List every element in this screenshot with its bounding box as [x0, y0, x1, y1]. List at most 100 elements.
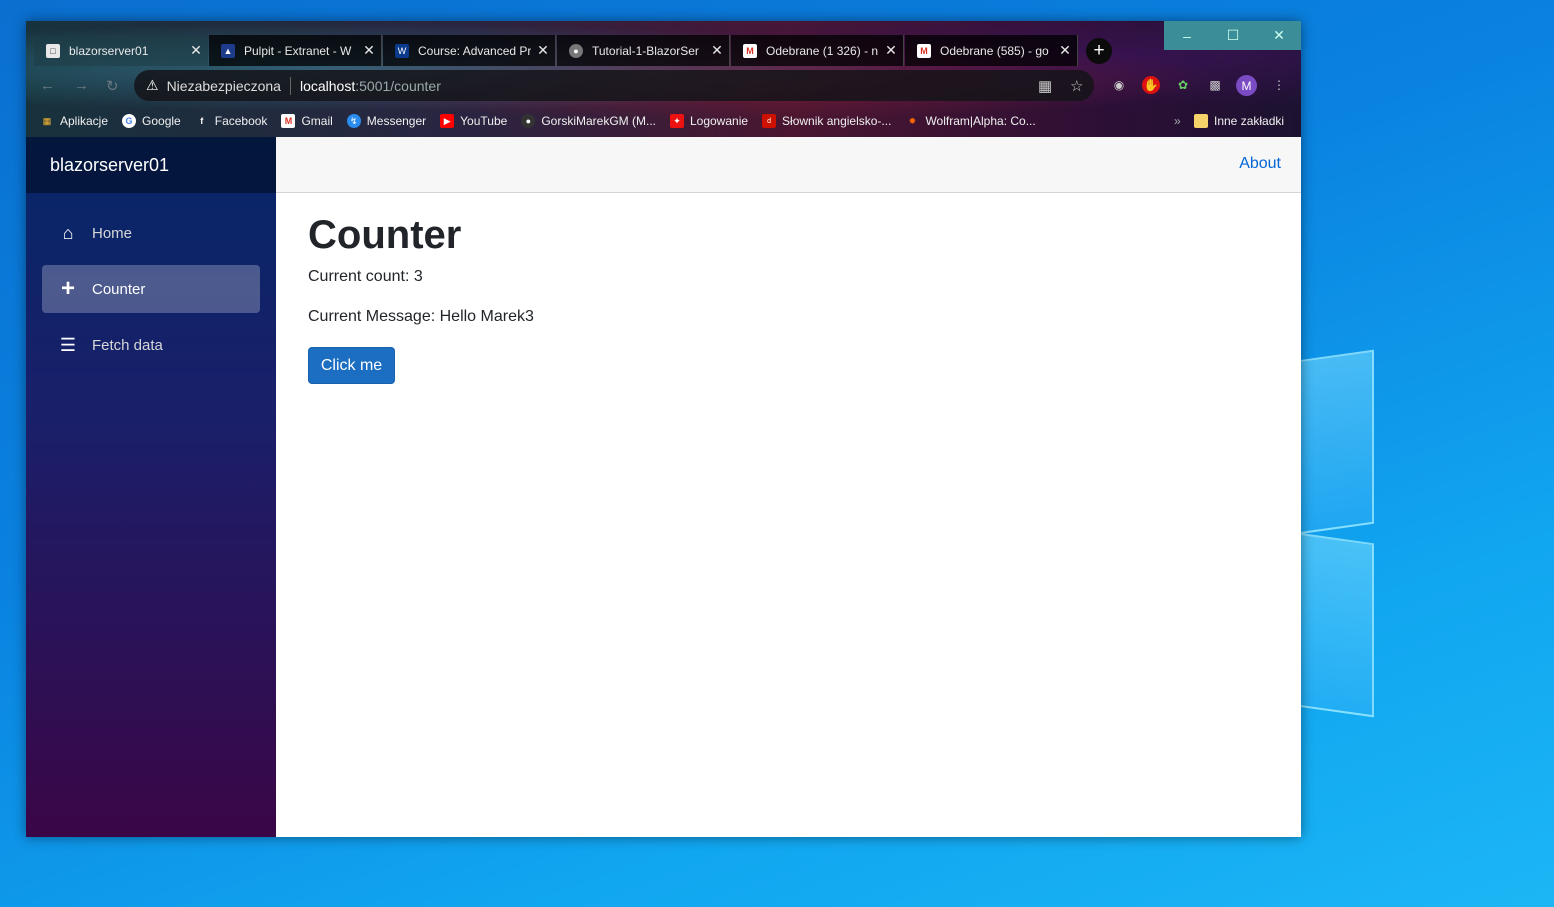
messenger-icon: ↯: [346, 114, 361, 128]
profile-avatar[interactable]: M: [1236, 75, 1257, 96]
tab-course[interactable]: W Course: Advanced Pr ✕: [383, 35, 556, 66]
extension-stop-icon[interactable]: ✋: [1142, 76, 1160, 94]
close-tab-icon[interactable]: ✕: [705, 42, 729, 59]
top-row: About: [276, 137, 1301, 193]
bookmark-label: Gmail: [301, 114, 333, 128]
bookmark-label: Messenger: [366, 114, 427, 128]
tab-pulpit[interactable]: ▲ Pulpit - Extranet - W ✕: [209, 35, 382, 66]
nav-counter[interactable]: + Counter: [42, 265, 260, 313]
current-message: Current Message: Hello Marek3: [308, 308, 534, 325]
extension-globe-icon[interactable]: ◉: [1110, 76, 1128, 94]
wolfram-icon: ✹: [908, 115, 917, 126]
tab-title: Odebrane (585) - go: [940, 43, 1049, 58]
bookmark-label: Logowanie: [689, 114, 749, 128]
reload-icon[interactable]: ↻: [106, 77, 119, 95]
plus-icon: +: [60, 275, 75, 302]
tab-title: Pulpit - Extranet - W: [244, 43, 352, 58]
tab-title: Course: Advanced Pr: [418, 43, 531, 58]
home-icon: ⌂: [62, 222, 74, 243]
star-icon[interactable]: ☆: [1070, 77, 1083, 95]
sidebar: blazorserver01 ⌂ Home + Counter ☰ Fetch …: [26, 137, 276, 837]
back-icon[interactable]: ←: [40, 77, 55, 94]
close-tab-icon[interactable]: ✕: [184, 42, 208, 59]
close-tab-icon[interactable]: ✕: [531, 42, 555, 59]
bookmark-wolfram[interactable]: ✹ Wolfram|Alpha: Co...: [905, 114, 1036, 128]
about-link[interactable]: About: [1239, 155, 1281, 173]
blazor-app: blazorserver01 ⌂ Home + Counter ☰ Fetch …: [26, 137, 1301, 837]
brand[interactable]: blazorserver01: [26, 137, 276, 193]
facebook-icon: f: [200, 116, 204, 126]
address-bar[interactable]: ⚠ Niezabezpieczona localhost:5001/counte…: [134, 70, 1094, 101]
nav-label: Counter: [92, 280, 146, 298]
close-tab-icon[interactable]: ✕: [879, 42, 903, 59]
nav-label: Fetch data: [92, 336, 163, 354]
translate-icon[interactable]: ▦: [1038, 77, 1052, 95]
security-label[interactable]: Niezabezpieczona: [167, 78, 281, 94]
menu-kebab-icon[interactable]: ⋮: [1270, 76, 1288, 94]
bookmark-label: GorskiMarekGM (M...: [541, 114, 656, 128]
google-icon: G: [122, 114, 137, 128]
bookmark-google[interactable]: G Google: [122, 114, 181, 128]
santander-icon: ✦: [669, 114, 684, 128]
close-window-button[interactable]: ✕: [1256, 21, 1301, 50]
bookmark-gmail[interactable]: M Gmail: [281, 114, 333, 128]
bookmark-facebook[interactable]: f Facebook: [195, 114, 268, 128]
bookmark-youtube[interactable]: ▶ YouTube: [440, 114, 507, 128]
windows-logo-pane-bottom: [1298, 532, 1374, 718]
extensions-puzzle-icon[interactable]: ▩: [1206, 76, 1224, 94]
windows-logo-pane-top: [1298, 349, 1374, 535]
bookmark-diki[interactable]: d Słownik angielsko-...: [762, 114, 891, 128]
gmail-icon: M: [281, 114, 296, 128]
tab-gmail-2[interactable]: M Odebrane (585) - go ✕: [905, 35, 1078, 66]
bookmark-label: Inne zakładki: [1214, 114, 1285, 128]
nav-fetch-data[interactable]: ☰ Fetch data: [42, 321, 260, 369]
browser-window: – ☐ ✕ □ blazorserver01 ✕ ▲ Pulpit - Extr…: [26, 21, 1301, 837]
minimize-button[interactable]: –: [1164, 21, 1210, 50]
tab-blazorserver01[interactable]: □ blazorserver01 ✕: [34, 35, 208, 66]
bookmark-label: YouTube: [460, 114, 508, 128]
bookmark-label: Facebook: [214, 114, 268, 128]
bookmark-label: Google: [142, 114, 181, 128]
click-me-button[interactable]: Click me: [308, 347, 395, 384]
forward-icon[interactable]: →: [74, 77, 89, 94]
maximize-button[interactable]: ☐: [1210, 21, 1256, 50]
main-content: Counter Current count: 3 Current Message…: [308, 213, 534, 384]
more-bookmarks-icon[interactable]: »: [1174, 114, 1181, 128]
bookmark-messenger[interactable]: ↯ Messenger: [346, 114, 427, 128]
warning-icon[interactable]: ⚠: [146, 77, 159, 94]
bookmark-logowanie[interactable]: ✦ Logowanie: [669, 114, 749, 128]
bookmark-apps[interactable]: ▦ Aplikacje: [40, 114, 108, 128]
page-icon: □: [46, 43, 60, 58]
close-tab-icon[interactable]: ✕: [1053, 42, 1077, 59]
gmail-icon: M: [917, 43, 931, 58]
tab-title: blazorserver01: [69, 43, 149, 58]
bookmark-github[interactable]: ● GorskiMarekGM (M...: [521, 114, 656, 128]
nav-home[interactable]: ⌂ Home: [42, 209, 260, 257]
globe-icon: ●: [569, 43, 583, 58]
bookmark-label: Aplikacje: [60, 114, 109, 128]
tab-title: Odebrane (1 326) - n: [766, 43, 879, 58]
gmail-icon: M: [743, 43, 757, 58]
apps-grid-icon: ▦: [42, 115, 52, 126]
tab-gmail-1[interactable]: M Odebrane (1 326) - n ✕: [731, 35, 904, 66]
bookmarks-bar: ▦ Aplikacje G Google f Facebook M Gmail ↯ Mes…: [26, 105, 1301, 137]
new-tab-button[interactable]: +: [1086, 38, 1112, 64]
bookmark-other-folder[interactable]: Inne zakładki: [1194, 114, 1284, 128]
browser-chrome: – ☐ ✕ □ blazorserver01 ✕ ▲ Pulpit - Extr…: [26, 21, 1301, 137]
wsb-icon: ▲: [221, 43, 235, 58]
bookmark-label: Wolfram|Alpha: Co...: [925, 114, 1036, 128]
current-count: Current count: 3: [308, 268, 423, 285]
nav-label: Home: [92, 224, 133, 242]
tab-tutorial[interactable]: ● Tutorial-1-BlazorSer ✕: [557, 35, 730, 66]
url-path[interactable]: :5001/counter: [355, 78, 441, 94]
diki-icon: d: [762, 114, 777, 128]
windows-desktop-logo: [1298, 349, 1378, 718]
address-separator: [289, 76, 291, 95]
extension-colors-icon[interactable]: ✿: [1174, 76, 1192, 94]
tab-title: Tutorial-1-BlazorSer: [592, 43, 699, 58]
folder-icon: [1194, 114, 1208, 128]
close-tab-icon[interactable]: ✕: [357, 42, 381, 59]
github-icon: ●: [521, 114, 536, 128]
page-title: Counter: [308, 213, 462, 257]
url-host[interactable]: localhost: [300, 78, 355, 94]
